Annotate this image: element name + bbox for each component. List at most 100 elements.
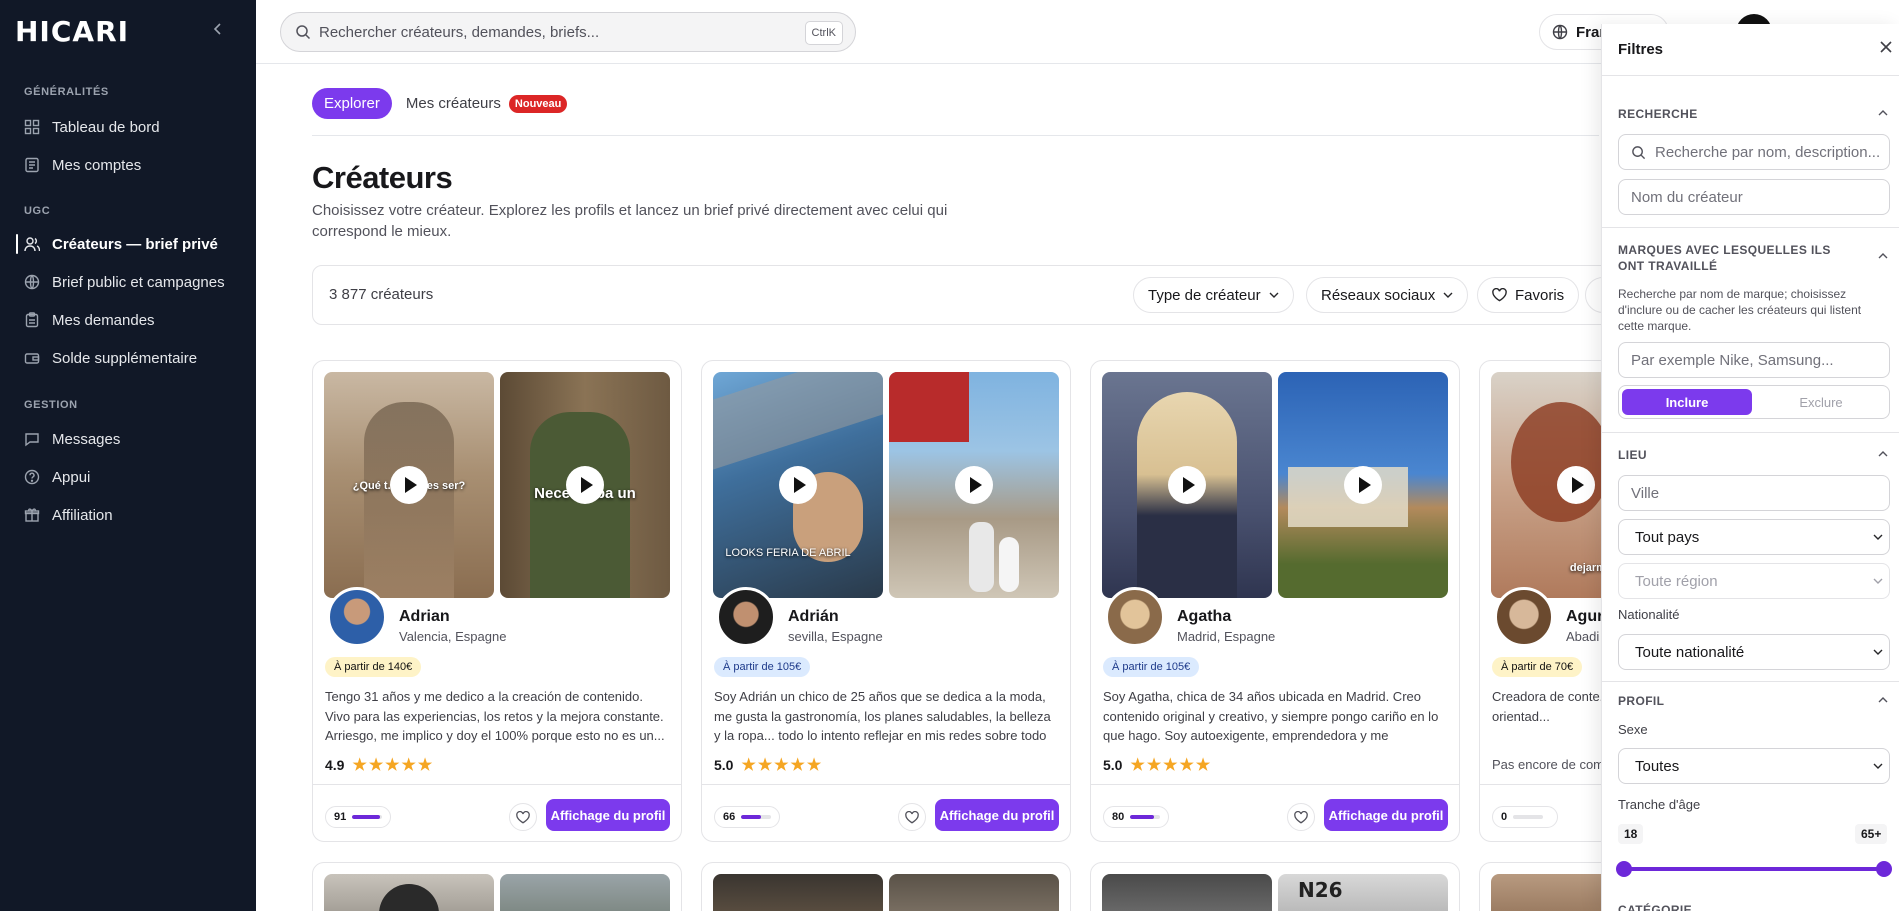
search-icon xyxy=(295,24,311,40)
accounts-icon xyxy=(24,157,40,173)
exclude-option[interactable]: Exclure xyxy=(1755,389,1887,415)
chevron-up-icon[interactable] xyxy=(1878,107,1888,119)
score-bar-fill xyxy=(352,815,380,819)
chevron-up-icon[interactable] xyxy=(1878,250,1888,262)
globe-icon xyxy=(1552,24,1568,40)
section-category-title[interactable]: CATÉGORIE xyxy=(1618,903,1692,911)
play-icon[interactable] xyxy=(955,466,993,504)
collapse-sidebar-icon[interactable] xyxy=(213,22,223,40)
video-thumbnail[interactable] xyxy=(1102,372,1272,598)
play-icon[interactable] xyxy=(1344,466,1382,504)
avatar[interactable] xyxy=(1494,587,1554,647)
close-icon[interactable] xyxy=(1880,40,1892,58)
social-networks-label: Réseaux sociaux xyxy=(1321,286,1436,304)
sidebar-item-dashboard[interactable]: Tableau de bord xyxy=(16,111,240,143)
favorite-heart-icon[interactable] xyxy=(898,803,926,831)
sidebar-item-label: Messages xyxy=(52,430,121,448)
avatar[interactable] xyxy=(716,587,776,647)
video-thumbnail[interactable]: LOOKS FERIA DE ABRIL xyxy=(713,372,883,598)
favorite-heart-icon[interactable] xyxy=(1287,803,1315,831)
video-thumbnail[interactable]: Necesitaba un xyxy=(500,372,670,598)
wallet-icon xyxy=(24,350,40,366)
creator-type-dropdown[interactable]: Type de créateur xyxy=(1133,277,1294,313)
creator-location: Valencia, Espagne xyxy=(399,629,507,644)
chevron-up-icon[interactable] xyxy=(1878,448,1888,460)
sidebar-item-public-brief[interactable]: Brief public et campagnes xyxy=(16,266,240,298)
brand-search-input[interactable]: Par exemple Nike, Samsung... xyxy=(1618,342,1890,378)
video-caption: LOOKS FERIA DE ABRIL xyxy=(725,547,851,559)
brand-logo[interactable]: HICARI xyxy=(15,15,129,48)
video-thumbnail[interactable]: ¿Qué t... quieres ser? xyxy=(324,372,494,598)
creator-name[interactable]: Adrián xyxy=(788,608,839,626)
age-min-handle[interactable] xyxy=(1616,861,1632,877)
video-thumbnail[interactable] xyxy=(889,874,1059,911)
region-select[interactable]: Toute région xyxy=(1618,563,1890,599)
rating: 5.0 ★★★★★ xyxy=(714,755,823,775)
search-icon xyxy=(1631,145,1646,160)
sidebar-item-support[interactable]: Appui xyxy=(16,461,240,493)
view-profile-button[interactable]: Affichage du profil xyxy=(1324,799,1448,831)
favorite-heart-icon[interactable] xyxy=(509,803,537,831)
view-profile-button[interactable]: Affichage du profil xyxy=(935,799,1059,831)
score-badge: 91 xyxy=(325,806,391,828)
sidebar-item-balance[interactable]: Solde supplémentaire xyxy=(16,342,240,374)
play-icon[interactable] xyxy=(779,466,817,504)
chevron-down-icon xyxy=(1873,760,1883,772)
video-thumbnail[interactable]: N26 xyxy=(1278,874,1448,911)
sex-select[interactable]: Toutes xyxy=(1618,748,1890,784)
score-badge: 0 xyxy=(1492,806,1558,828)
tab-my-creators[interactable]: Mes créateurs xyxy=(406,95,501,112)
country-select[interactable]: Tout pays xyxy=(1618,519,1890,555)
view-profile-button[interactable]: Affichage du profil xyxy=(546,799,670,831)
favorites-button[interactable]: Favoris xyxy=(1477,277,1580,313)
play-icon[interactable] xyxy=(390,466,428,504)
star-icons: ★★★★★ xyxy=(352,757,435,774)
sidebar-item-messages[interactable]: Messages xyxy=(16,423,240,455)
section-search-title[interactable]: RECHERCHE xyxy=(1618,107,1698,121)
filters-panel: Filtres RECHERCHE Recherche par nom, des… xyxy=(1601,24,1899,911)
avatar[interactable] xyxy=(327,587,387,647)
clipboard-icon xyxy=(24,312,40,328)
creator-name[interactable]: Agatha xyxy=(1177,608,1231,626)
section-brands-title[interactable]: MARQUES AVEC LESQUELLES ILS ONT TRAVAILL… xyxy=(1618,242,1858,274)
avatar[interactable] xyxy=(1105,587,1165,647)
nationality-select[interactable]: Toute nationalité xyxy=(1618,634,1890,670)
chevron-up-icon[interactable] xyxy=(1878,694,1888,706)
age-max-handle[interactable] xyxy=(1876,861,1892,877)
age-range-slider-track[interactable] xyxy=(1624,867,1884,871)
score-value: 0 xyxy=(1501,811,1508,823)
keyword-search-input[interactable]: Recherche par nom, description... xyxy=(1618,134,1890,170)
play-icon[interactable] xyxy=(1168,466,1206,504)
video-thumbnail[interactable] xyxy=(324,874,494,911)
video-thumbnail[interactable] xyxy=(713,874,883,911)
chevron-down-icon xyxy=(1873,575,1883,587)
city-input[interactable]: Ville xyxy=(1618,475,1890,511)
global-search-input[interactable]: Rechercher créateurs, demandes, briefs..… xyxy=(280,12,856,52)
video-thumbnail[interactable] xyxy=(889,372,1059,598)
panel-divider xyxy=(1602,75,1899,76)
star-icons: ★★★★★ xyxy=(1130,757,1213,774)
section-profile-title[interactable]: PROFIL xyxy=(1618,694,1664,708)
favorites-label: Favoris xyxy=(1515,286,1565,304)
creator-count: 3 877 créateurs xyxy=(329,286,434,303)
age-max-value: 65+ xyxy=(1855,824,1888,844)
video-thumbnail[interactable] xyxy=(500,874,670,911)
region-select-value: Toute région xyxy=(1635,572,1718,590)
play-icon[interactable] xyxy=(1557,466,1595,504)
tab-explore[interactable]: Explorer xyxy=(312,88,392,119)
sidebar-item-affiliation[interactable]: Affiliation xyxy=(16,499,240,531)
social-networks-dropdown[interactable]: Réseaux sociaux xyxy=(1306,277,1469,313)
sidebar-item-requests[interactable]: Mes demandes xyxy=(16,304,240,336)
video-thumbnail[interactable] xyxy=(1278,372,1448,598)
creator-name[interactable]: Agur xyxy=(1566,608,1603,626)
creator-name-input[interactable]: Nom du créateur xyxy=(1618,179,1890,215)
play-icon[interactable] xyxy=(566,466,604,504)
sidebar-item-accounts[interactable]: Mes comptes xyxy=(16,149,240,181)
video-thumbnail[interactable] xyxy=(1102,874,1272,911)
card-divider xyxy=(702,784,1070,785)
sidebar-item-creators[interactable]: Créateurs — brief privé xyxy=(16,228,240,260)
shortcut-hint: CtrlK xyxy=(804,21,843,45)
section-location-title[interactable]: LIEU xyxy=(1618,448,1647,462)
creator-name[interactable]: Adrian xyxy=(399,608,450,626)
include-option[interactable]: Inclure xyxy=(1622,389,1752,415)
